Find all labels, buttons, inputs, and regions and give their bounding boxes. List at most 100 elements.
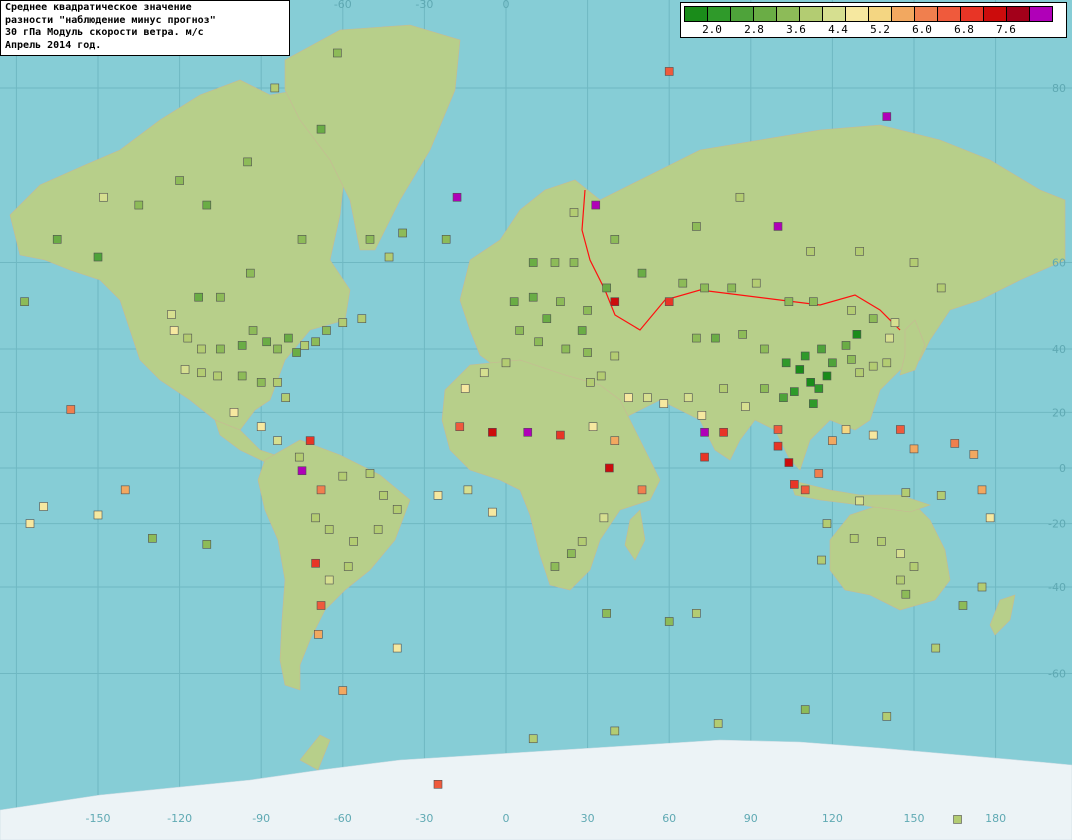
station-marker	[314, 630, 323, 639]
station-marker	[637, 268, 647, 278]
station-marker	[692, 609, 701, 618]
station-marker	[324, 525, 334, 534]
station-marker	[297, 235, 307, 244]
longitude-label: 0	[503, 812, 510, 825]
legend-swatch	[684, 6, 708, 22]
station-marker	[488, 507, 497, 517]
station-marker	[569, 258, 579, 267]
station-marker	[577, 326, 587, 335]
station-marker	[841, 341, 851, 350]
station-marker	[795, 365, 805, 374]
station-marker	[392, 505, 402, 514]
legend-swatch	[960, 6, 984, 22]
station-marker	[256, 422, 266, 431]
station-marker	[806, 247, 815, 256]
station-marker	[877, 537, 886, 546]
station-marker	[311, 513, 320, 523]
station-marker	[338, 318, 348, 327]
longitude-label: 90	[744, 812, 758, 825]
latitude-label: -60	[1048, 667, 1066, 680]
station-marker	[292, 348, 301, 357]
legend-tick-label: 6.0	[912, 23, 932, 36]
latitude-label: -20	[1048, 518, 1066, 531]
station-marker	[610, 351, 620, 361]
title-line: Апрель 2014 год.	[5, 39, 102, 51]
legend-tick-label: 5.2	[870, 23, 890, 36]
station-marker	[167, 310, 176, 319]
station-marker	[882, 112, 892, 121]
station-marker	[273, 378, 282, 387]
station-marker	[624, 393, 633, 402]
station-marker	[985, 513, 995, 523]
station-marker	[822, 371, 832, 381]
longitude-label: 180	[985, 812, 1006, 825]
station-marker	[784, 297, 794, 306]
station-marker	[610, 235, 620, 244]
station-marker	[637, 485, 647, 495]
legend-swatch	[845, 6, 869, 22]
station-marker	[398, 228, 407, 238]
station-marker	[784, 458, 794, 467]
station-marker	[719, 384, 728, 393]
station-marker	[357, 314, 367, 323]
station-marker	[583, 306, 592, 315]
station-marker	[700, 427, 709, 437]
station-marker	[909, 562, 919, 571]
station-marker	[790, 387, 799, 396]
station-marker	[760, 344, 769, 354]
station-marker	[659, 399, 669, 408]
station-marker	[896, 549, 905, 558]
station-marker	[479, 368, 489, 378]
longitude-label-top: 0	[503, 0, 510, 11]
station-marker	[678, 278, 688, 288]
station-marker	[773, 441, 783, 451]
station-marker	[931, 643, 941, 653]
station-marker	[365, 235, 375, 244]
station-marker	[583, 348, 592, 357]
station-marker	[566, 549, 576, 558]
station-marker	[936, 491, 946, 500]
station-marker	[727, 283, 737, 293]
station-marker	[452, 192, 462, 202]
station-marker	[901, 589, 911, 599]
station-marker	[216, 292, 225, 302]
station-marker	[463, 485, 473, 495]
station-marker	[523, 427, 533, 437]
station-marker	[790, 480, 799, 489]
station-marker	[849, 534, 859, 543]
station-marker	[700, 452, 709, 462]
station-marker	[779, 393, 788, 402]
station-marker	[814, 384, 824, 393]
legend-swatch	[730, 6, 754, 22]
station-marker	[697, 410, 707, 420]
station-marker	[534, 337, 543, 347]
station-marker	[20, 297, 29, 306]
station-marker	[828, 436, 837, 445]
legend-tick-label: 6.8	[954, 23, 974, 36]
station-marker	[817, 344, 826, 354]
legend-swatch	[891, 6, 915, 22]
station-marker	[586, 378, 595, 387]
station-marker	[556, 297, 565, 306]
station-marker	[202, 200, 212, 210]
longitude-label: -150	[86, 812, 111, 825]
legend-swatch	[753, 6, 777, 22]
station-marker	[700, 283, 709, 293]
station-marker	[169, 326, 179, 335]
station-marker	[809, 399, 818, 408]
station-marker	[281, 393, 290, 402]
station-marker	[338, 686, 348, 695]
station-marker	[237, 341, 247, 350]
station-marker	[588, 422, 598, 431]
legend-swatch	[822, 6, 846, 22]
station-marker	[324, 575, 334, 585]
legend-swatch	[1006, 6, 1030, 22]
color-legend: 2.0 2.8 3.6 4.4 5.2 6.0 6.8 7.6	[680, 2, 1067, 38]
station-marker	[852, 330, 862, 339]
legend-tick-label: 2.0	[702, 23, 722, 36]
station-marker	[229, 408, 239, 417]
latitude-label: 0	[1059, 462, 1066, 475]
station-marker	[602, 609, 611, 618]
station-marker	[577, 537, 587, 546]
station-marker	[349, 537, 358, 546]
